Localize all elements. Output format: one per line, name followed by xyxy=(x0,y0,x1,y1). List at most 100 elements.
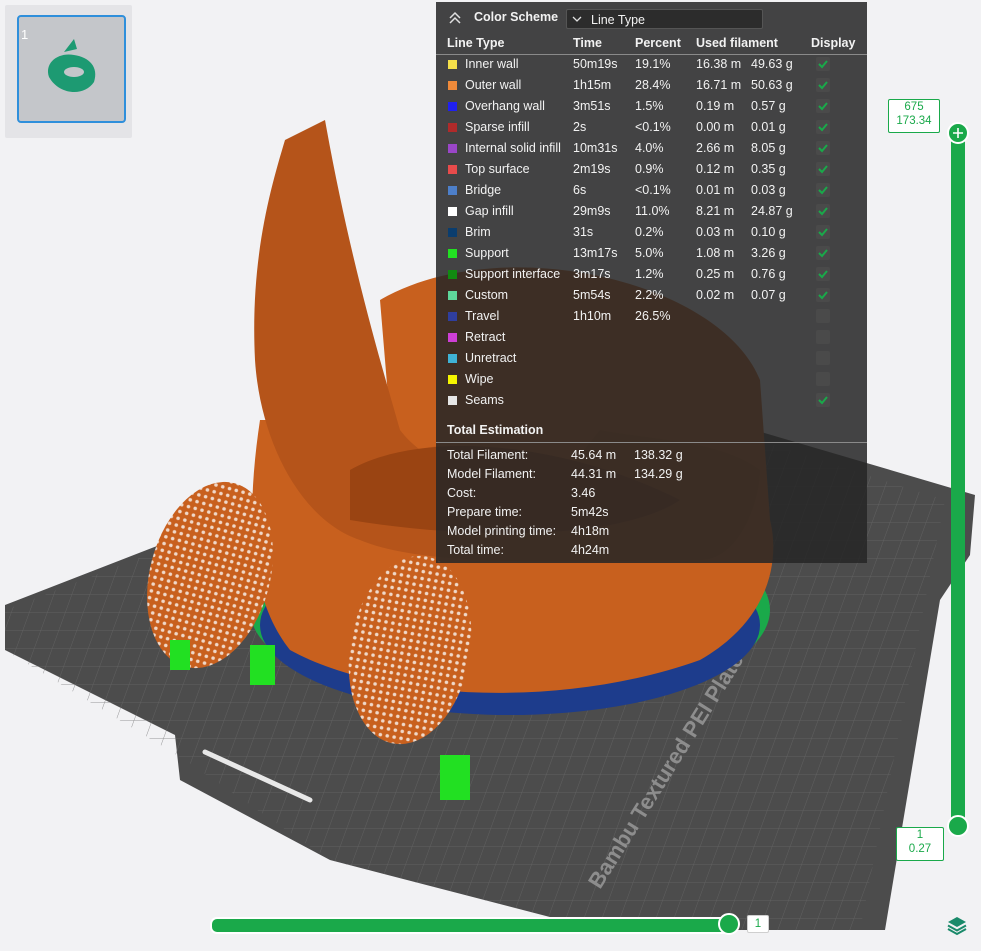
display-checkbox[interactable] xyxy=(816,309,830,323)
line-type-length: 1.08 m xyxy=(696,246,735,260)
color-scheme-dropdown[interactable]: Line Type xyxy=(566,9,763,29)
check-icon xyxy=(818,249,828,258)
total-value: 44.31 m xyxy=(571,467,617,481)
check-icon xyxy=(818,186,828,195)
display-checkbox[interactable] xyxy=(816,246,830,260)
line-type-percent: <0.1% xyxy=(635,183,671,197)
total-row: Prepare time: 5m42s xyxy=(436,502,867,521)
legend-column-headers: Line Type Time Percent Used filament Dis… xyxy=(436,34,867,55)
legend-row: Top surface 2m19s 0.9% 0.12 m 0.35 g xyxy=(436,159,867,180)
line-type-name: Bridge xyxy=(465,183,502,197)
total-value: 45.64 m xyxy=(571,448,617,462)
line-type-name: Sparse infill xyxy=(465,120,530,134)
collapse-icon[interactable] xyxy=(448,11,462,25)
line-type-name: Wipe xyxy=(465,372,494,386)
layer-slider-top-handle[interactable] xyxy=(947,122,969,144)
legend-row: Wipe xyxy=(436,369,867,390)
line-type-percent: 5.0% xyxy=(635,246,664,260)
legend-row: Internal solid infill 10m31s 4.0% 2.66 m 8.0… xyxy=(436,138,867,159)
line-type-weight: 0.07 g xyxy=(751,288,786,302)
line-type-length: 0.03 m xyxy=(696,225,735,239)
layer-slider-bottom-handle[interactable] xyxy=(947,815,969,837)
total-row: Total time: 4h24m xyxy=(436,540,867,559)
display-checkbox[interactable] xyxy=(816,204,830,218)
line-type-time: 3m17s xyxy=(573,267,611,281)
display-checkbox[interactable] xyxy=(816,183,830,197)
move-slider-track[interactable] xyxy=(210,917,738,934)
line-type-weight: 0.10 g xyxy=(751,225,786,239)
total-weight: 138.32 g xyxy=(634,448,683,462)
total-value: 5m42s xyxy=(571,505,609,519)
line-type-time: 50m19s xyxy=(573,57,618,71)
display-checkbox[interactable] xyxy=(816,141,830,155)
display-checkbox[interactable] xyxy=(816,57,830,71)
check-icon xyxy=(818,228,828,237)
line-type-time: 6s xyxy=(573,183,587,197)
legend-row: Overhang wall 3m51s 1.5% 0.19 m 0.57 g xyxy=(436,96,867,117)
line-type-percent: 1.5% xyxy=(635,99,664,113)
line-type-percent: 19.1% xyxy=(635,57,671,71)
legend-row: Unretract xyxy=(436,348,867,369)
column-header-percent: Percent xyxy=(635,36,681,50)
color-swatch xyxy=(448,186,457,195)
top-layer-height: 173.34 xyxy=(896,115,932,127)
check-icon xyxy=(818,207,828,216)
legend-row: Inner wall 50m19s 19.1% 16.38 m 49.63 g xyxy=(436,54,867,75)
display-checkbox[interactable] xyxy=(816,267,830,281)
line-type-weight: 0.76 g xyxy=(751,267,786,281)
layers-icon[interactable] xyxy=(946,914,968,936)
line-type-name: Seams xyxy=(465,393,504,407)
total-value: 4h18m xyxy=(571,524,610,538)
color-swatch xyxy=(448,228,457,237)
color-scheme-label: Color Scheme xyxy=(474,10,559,24)
bottom-layer-label: 1 0.27 xyxy=(896,827,944,861)
display-checkbox[interactable] xyxy=(816,99,830,113)
line-type-weight: 0.03 g xyxy=(751,183,786,197)
line-type-percent: 11.0% xyxy=(635,204,670,218)
display-checkbox[interactable] xyxy=(816,225,830,239)
display-checkbox[interactable] xyxy=(816,393,830,407)
legend-row: Support interface 3m17s 1.2% 0.25 m 0.76 g xyxy=(436,264,867,285)
plate-thumbnail-panel: 1 xyxy=(5,5,132,138)
line-type-name: Support interface xyxy=(465,267,561,281)
line-type-time: 10m31s xyxy=(573,141,618,155)
color-swatch xyxy=(448,60,457,69)
line-type-length: 16.38 m xyxy=(696,57,742,71)
display-checkbox[interactable] xyxy=(816,288,830,302)
legend-row: Brim 31s 0.2% 0.03 m 0.10 g xyxy=(436,222,867,243)
display-checkbox[interactable] xyxy=(816,120,830,134)
line-type-weight: 0.57 g xyxy=(751,99,786,113)
line-type-length: 2.66 m xyxy=(696,141,735,155)
line-type-name: Internal solid infill xyxy=(465,141,561,155)
line-type-name: Travel xyxy=(465,309,500,323)
display-checkbox[interactable] xyxy=(816,162,830,176)
color-swatch xyxy=(448,333,457,342)
color-swatch xyxy=(448,249,457,258)
display-checkbox[interactable] xyxy=(816,330,830,344)
total-value: 3.46 xyxy=(571,486,596,500)
divider xyxy=(436,442,867,443)
display-checkbox[interactable] xyxy=(816,351,830,365)
legend-row: Sparse infill 2s <0.1% 0.00 m 0.01 g xyxy=(436,117,867,138)
legend-row: Travel 1h10m 26.5% xyxy=(436,306,867,327)
column-header-line-type: Line Type xyxy=(447,36,505,50)
move-slider-handle[interactable] xyxy=(718,913,740,935)
display-checkbox[interactable] xyxy=(816,78,830,92)
column-header-time: Time xyxy=(573,36,602,50)
color-scheme-value: Line Type xyxy=(591,13,645,27)
color-swatch xyxy=(448,144,457,153)
plate-thumbnail[interactable] xyxy=(17,15,126,123)
column-header-used-filament: Used filament xyxy=(696,36,778,50)
total-label: Cost: xyxy=(447,486,477,500)
line-type-percent: 28.4% xyxy=(635,78,671,92)
total-row: Model Filament: 44.31 m 134.29 g xyxy=(436,464,867,483)
layer-slider-track[interactable] xyxy=(951,132,965,826)
total-row: Model printing time: 4h18m xyxy=(436,521,867,540)
display-checkbox[interactable] xyxy=(816,372,830,386)
line-type-name: Top surface xyxy=(465,162,530,176)
line-type-length: 0.25 m xyxy=(696,267,735,281)
line-type-weight: 49.63 g xyxy=(751,57,793,71)
line-type-time: 13m17s xyxy=(573,246,618,260)
line-type-percent: 2.2% xyxy=(635,288,664,302)
line-type-time: 31s xyxy=(573,225,594,239)
